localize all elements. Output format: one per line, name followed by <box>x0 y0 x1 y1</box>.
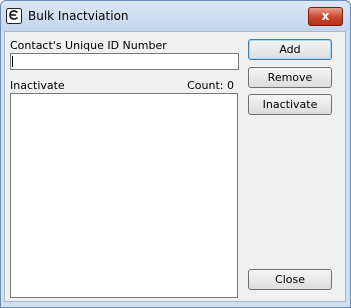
window-title: Bulk Inactviation <box>28 9 129 23</box>
title-bar[interactable]: Bulk Inactviation x <box>1 1 350 31</box>
unique-id-input[interactable] <box>10 53 239 70</box>
inactivate-button[interactable]: Inactivate <box>248 94 332 115</box>
bulk-inactivation-window: Bulk Inactviation x Contact's Unique ID … <box>0 0 351 308</box>
app-logo-icon <box>6 8 22 24</box>
inactivate-listbox[interactable] <box>10 93 238 298</box>
remove-button[interactable]: Remove <box>248 67 332 88</box>
text-caret <box>12 56 13 67</box>
close-icon[interactable]: x <box>308 7 343 26</box>
dialog-body: Contact's Unique ID Number Inactivate Co… <box>4 31 346 302</box>
inactivate-list-label: Inactivate <box>10 79 65 92</box>
close-button[interactable]: Close <box>248 269 332 290</box>
id-field-label: Contact's Unique ID Number <box>10 39 167 52</box>
count-label: Count: 0 <box>187 79 234 92</box>
add-button[interactable]: Add <box>248 39 332 60</box>
